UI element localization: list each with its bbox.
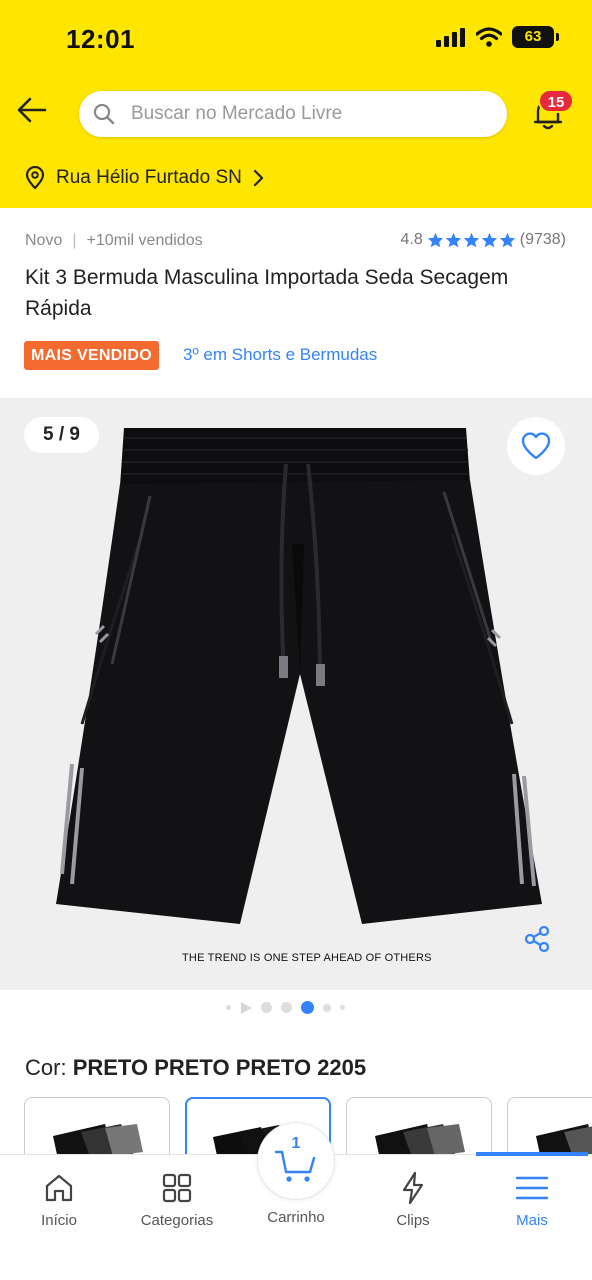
- chevron-right-icon: [253, 169, 263, 187]
- video-play-icon: [241, 1001, 252, 1014]
- search-icon: [93, 103, 115, 125]
- nav-item-clips[interactable]: Clips: [363, 1170, 463, 1229]
- image-counter: 5 / 9: [24, 417, 99, 453]
- gallery-pagination: [226, 1001, 345, 1014]
- nav-label: Clips: [396, 1212, 430, 1229]
- color-selector-label: Cor: PRETO PRETO PRETO 2205: [25, 1055, 366, 1081]
- arrow-left-icon: [17, 97, 47, 123]
- nav-label: Início: [41, 1212, 77, 1229]
- status-icons: 63: [436, 26, 559, 48]
- pagination-dot: [323, 1003, 331, 1012]
- nav-item-carrinho[interactable]: 1: [257, 1122, 335, 1200]
- nav-item-mais[interactable]: Mais: [482, 1170, 582, 1229]
- nav-active-indicator: [476, 1152, 588, 1156]
- star-rating: [427, 232, 516, 248]
- app-header: 12:01 63 Buscar no Mercado Livre 15 Rua …: [0, 0, 592, 208]
- home-icon: [45, 1174, 73, 1202]
- notifications-badge: 15: [538, 89, 574, 113]
- favorite-button[interactable]: [507, 417, 565, 475]
- pagination-dot-active: [301, 1001, 314, 1014]
- star-icon: [427, 232, 443, 248]
- status-time: 12:01: [66, 24, 135, 54]
- nav-item-inicio[interactable]: Início: [9, 1170, 109, 1229]
- star-icon: [463, 232, 479, 248]
- product-title: Kit 3 Bermuda Masculina Importada Seda S…: [25, 266, 509, 320]
- location-pin-icon: [25, 166, 45, 190]
- pagination-dot: [226, 1005, 231, 1010]
- product-meta: Novo | +10mil vendidos: [25, 232, 203, 250]
- condition-label: Novo: [25, 232, 63, 249]
- pagination-dot: [340, 1005, 345, 1010]
- star-icon: [481, 232, 497, 248]
- color-selected-value: PRETO PRETO PRETO 2205: [72, 1055, 367, 1080]
- share-button[interactable]: [520, 922, 554, 956]
- search-input[interactable]: Buscar no Mercado Livre: [79, 91, 507, 137]
- sold-count: +10mil vendidos: [86, 232, 203, 249]
- menu-icon: [515, 1176, 549, 1200]
- nav-label: Mais: [516, 1212, 548, 1229]
- nav-label: Categorias: [140, 1212, 214, 1229]
- signal-icon: [436, 28, 465, 47]
- pagination-dot: [261, 1002, 272, 1013]
- color-label-prefix: Cor:: [25, 1055, 67, 1080]
- address-selector[interactable]: Rua Hélio Furtado SN: [24, 166, 264, 190]
- best-seller-badge: MAIS VENDIDO: [24, 341, 159, 370]
- search-placeholder: Buscar no Mercado Livre: [131, 103, 343, 124]
- rating-value: 4.8: [400, 231, 423, 248]
- image-caption: THE TREND IS ONE STEP AHEAD OF OTHERS: [182, 952, 432, 964]
- lightning-icon: [402, 1171, 424, 1205]
- battery-indicator: 63: [512, 26, 559, 48]
- nav-item-categorias[interactable]: Categorias: [127, 1170, 227, 1229]
- category-rank-link[interactable]: 3º em Shorts e Bermudas: [183, 345, 377, 365]
- address-text: Rua Hélio Furtado SN: [56, 167, 242, 188]
- star-icon: [499, 232, 515, 248]
- product-gallery[interactable]: 5 / 9 THE TREND IS ONE STEP AHEAD OF OTH…: [0, 398, 592, 990]
- meta-separator: |: [72, 232, 77, 249]
- star-icon: [445, 232, 461, 248]
- heart-icon: [521, 432, 551, 460]
- cart-icon: [274, 1150, 316, 1182]
- share-icon: [524, 925, 550, 953]
- nav-label: Carrinho: [267, 1209, 325, 1226]
- wifi-icon: [476, 27, 502, 47]
- rating-summary[interactable]: 4.8 (9738): [401, 231, 567, 249]
- cart-count: 1: [291, 1135, 301, 1152]
- back-button[interactable]: [14, 92, 50, 128]
- product-image: [56, 428, 542, 924]
- grid-icon: [162, 1173, 192, 1203]
- review-count: (9738): [519, 231, 566, 248]
- pagination-dot: [281, 1002, 292, 1013]
